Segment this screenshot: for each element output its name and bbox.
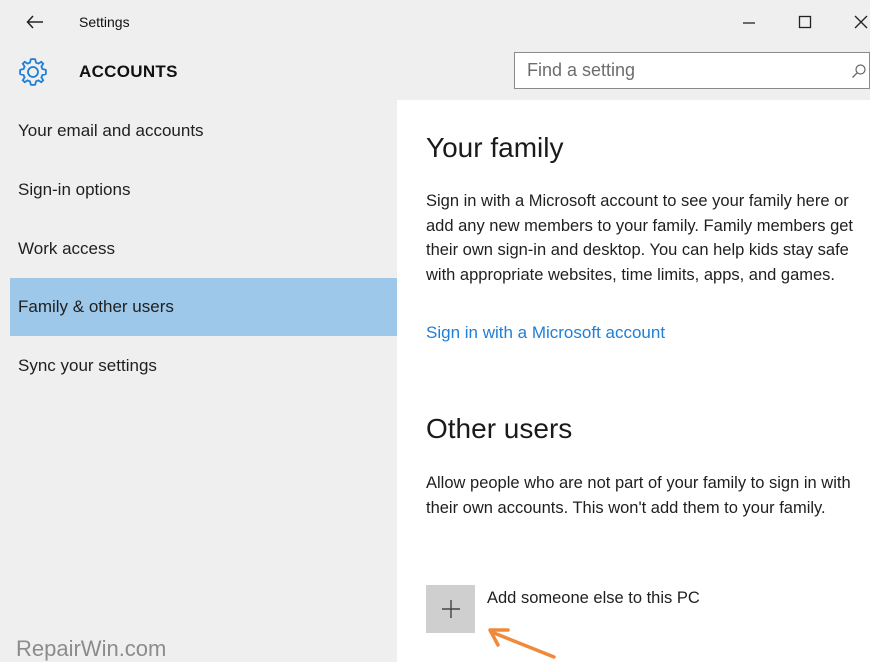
minimize-icon [743,22,755,24]
back-arrow-icon [26,15,43,29]
maximize-icon [798,15,812,29]
add-someone-label: Add someone else to this PC [487,589,700,607]
orange-arrow-icon [488,628,556,659]
search-input[interactable] [527,53,827,88]
sidebar-item-label: Sign-in options [18,180,131,199]
close-button[interactable] [838,4,870,40]
sidebar-item-family-other-users[interactable]: Family & other users [10,278,397,336]
back-button[interactable] [20,8,50,36]
title-bar: Settings [0,0,870,44]
maximize-button[interactable] [782,4,828,40]
add-user-tile[interactable] [426,585,475,633]
plus-icon [441,600,460,618]
sidebar-nav: Your email and accounts Sign-in options … [0,100,397,662]
minimize-button[interactable] [726,4,772,40]
sidebar-item-label: Your email and accounts [18,121,204,140]
gear-icon [19,58,47,86]
other-users-description: Allow people who are not part of your fa… [426,474,851,517]
window-title: Settings [79,14,130,30]
search-box[interactable] [514,52,870,89]
add-someone-button[interactable]: Add someone else to this PC [426,585,756,635]
sidebar-item-sync-settings[interactable]: Sync your settings [10,337,397,395]
content-pane: Your family Sign in with a Microsoft acc… [397,100,870,662]
sidebar-item-email-accounts[interactable]: Your email and accounts [10,102,397,160]
sidebar-item-label: Family & other users [18,297,174,316]
other-users-heading: Other users [426,413,573,444]
sidebar-item-label: Work access [18,239,115,258]
your-family-description: Sign in with a Microsoft account to see … [426,192,854,284]
watermark: RepairWin.com [16,636,167,661]
search-icon[interactable] [851,63,867,79]
sidebar-item-label: Sync your settings [18,356,157,375]
sign-in-microsoft-account-link[interactable]: Sign in with a Microsoft account [426,323,665,343]
close-icon [854,15,868,29]
settings-header: ACCOUNTS [0,44,870,100]
your-family-heading: Your family [426,132,564,163]
sidebar-item-work-access[interactable]: Work access [10,220,397,278]
page-title: ACCOUNTS [79,62,178,81]
settings-window: Settings ACCOUNTS Find a setting Your em… [0,0,870,662]
sidebar-item-sign-in-options[interactable]: Sign-in options [10,161,397,219]
